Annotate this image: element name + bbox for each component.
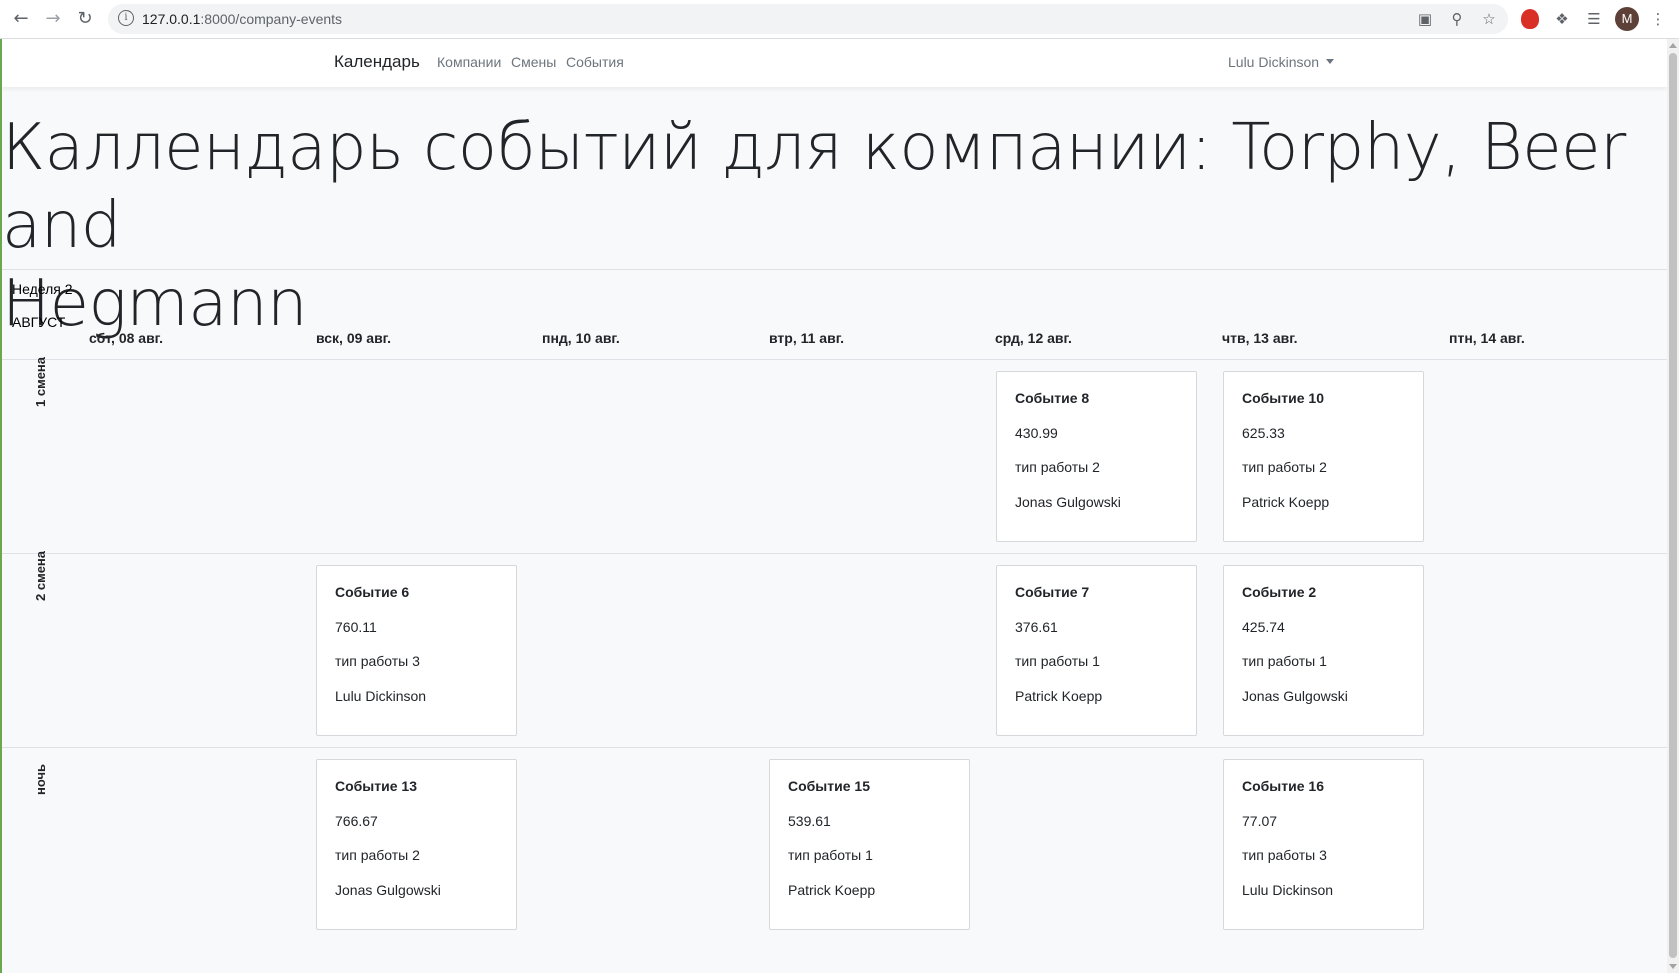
event-person: Lulu Dickinson	[335, 688, 427, 704]
event-amount: 425.74	[1242, 619, 1285, 635]
row-divider	[2, 747, 1667, 748]
event-title: Событие 16	[1242, 778, 1324, 794]
event-amount: 760.11	[335, 619, 377, 635]
bookmark-star-icon[interactable]: ☆	[1478, 8, 1500, 30]
profile-avatar[interactable]: M	[1615, 7, 1639, 31]
event-title: Событие 10	[1242, 390, 1324, 406]
extensions-puzzle-icon[interactable]: ❖	[1551, 8, 1573, 30]
event-work-type: тип работы 1	[788, 847, 873, 863]
event-work-type: тип работы 1	[1015, 653, 1100, 669]
event-person: Jonas Gulgowski	[1242, 688, 1348, 704]
url-path: :8000/company-events	[200, 11, 343, 27]
day-header-tue: втр, 11 авг.	[769, 330, 845, 346]
month-label: АВГУСТ	[12, 314, 66, 330]
event-title: Событие 7	[1015, 584, 1090, 600]
page-viewport: Календарь Компании Смены События Lulu Di…	[0, 39, 1667, 973]
event-amount: 539.61	[788, 813, 831, 829]
url-host: 127.0.0.1	[142, 11, 201, 27]
reload-icon[interactable]: ↻	[74, 8, 96, 30]
event-work-type: тип работы 1	[1242, 653, 1327, 669]
event-title: Событие 6	[335, 584, 410, 600]
user-dropdown[interactable]: Lulu Dickinson	[1228, 54, 1335, 70]
event-card[interactable]: Событие 8 430.99 тип работы 2 Jonas Gulg…	[996, 371, 1197, 542]
event-card[interactable]: Событие 15 539.61 тип работы 1 Patrick K…	[769, 759, 970, 930]
week-label: Неделя 2	[12, 281, 73, 297]
caret-down-icon	[1326, 59, 1335, 64]
event-person: Patrick Koepp	[1015, 688, 1103, 704]
event-work-type: тип работы 3	[1242, 847, 1327, 863]
event-card[interactable]: Событие 10 625.33 тип работы 2 Patrick K…	[1223, 371, 1424, 542]
translate-icon[interactable]: ▣	[1414, 8, 1436, 30]
event-amount: 766.67	[335, 813, 378, 829]
page-title: Каллендарь событий для компании: Torphy,…	[2, 109, 1662, 343]
event-title: Событие 8	[1015, 390, 1090, 406]
day-header-mon: пнд, 10 авг.	[542, 330, 620, 346]
page-title-line-1: Каллендарь событий для компании: Torphy,…	[2, 111, 1626, 263]
day-header-wed: срд, 12 авг.	[995, 330, 1072, 346]
event-person: Lulu Dickinson	[1242, 882, 1334, 898]
event-work-type: тип работы 2	[1015, 459, 1100, 475]
event-work-type: тип работы 2	[335, 847, 420, 863]
event-title: Событие 13	[335, 778, 417, 794]
site-info-icon[interactable]: i	[118, 10, 134, 26]
nav-link-companies[interactable]: Компании	[437, 54, 501, 70]
nav-link-shifts[interactable]: Смены	[511, 54, 556, 70]
brand-link[interactable]: Календарь	[334, 52, 420, 72]
event-work-type: тип работы 3	[335, 653, 420, 669]
url-text[interactable]: 127.0.0.1:8000/company-events	[142, 11, 342, 27]
media-control-icon[interactable]: ☰	[1583, 8, 1605, 30]
scroll-down-icon[interactable]	[1669, 964, 1677, 969]
menu-kebab-icon[interactable]: ⋮	[1647, 8, 1669, 30]
day-header-sun: вск, 09 авг.	[316, 330, 392, 346]
shift-label-1: 1 смена	[33, 356, 48, 407]
event-amount: 376.61	[1015, 619, 1058, 635]
address-bar[interactable]: i 127.0.0.1:8000/company-events	[108, 4, 1508, 34]
event-title: Событие 2	[1242, 584, 1317, 600]
zoom-icon[interactable]: ⚲	[1446, 8, 1468, 30]
event-amount: 625.33	[1242, 425, 1285, 441]
vertical-scrollbar[interactable]	[1667, 39, 1679, 973]
day-header-sat: сбт, 08 авг.	[89, 330, 164, 346]
nav-link-events[interactable]: События	[566, 54, 624, 70]
row-divider	[2, 359, 1667, 360]
event-amount: 430.99	[1015, 425, 1058, 441]
app-navbar: Календарь Компании Смены События Lulu Di…	[2, 39, 1667, 87]
event-amount: 77.07	[1242, 813, 1278, 829]
scrollbar-thumb[interactable]	[1669, 53, 1677, 958]
event-person: Jonas Gulgowski	[1015, 494, 1121, 510]
row-divider	[2, 553, 1667, 554]
event-person: Patrick Koepp	[1242, 494, 1330, 510]
day-header-fri: птн, 14 авг.	[1449, 330, 1525, 346]
adblock-extension-icon[interactable]	[1521, 9, 1539, 29]
shift-label-night: ночь	[33, 763, 48, 795]
divider	[2, 269, 1667, 270]
event-card[interactable]: Событие 13 766.67 тип работы 2 Jonas Gul…	[316, 759, 517, 930]
event-person: Jonas Gulgowski	[335, 882, 441, 898]
event-card[interactable]: Событие 6 760.11 тип работы 3 Lulu Dicki…	[316, 565, 517, 736]
event-card[interactable]: Событие 7 376.61 тип работы 1 Patrick Ko…	[996, 565, 1197, 736]
day-header-thu: чтв, 13 авг.	[1222, 330, 1298, 346]
event-person: Patrick Koepp	[788, 882, 876, 898]
scroll-up-icon[interactable]	[1669, 43, 1677, 48]
back-icon[interactable]: ←	[10, 8, 32, 30]
event-work-type: тип работы 2	[1242, 459, 1327, 475]
shift-label-2: 2 смена	[33, 550, 48, 601]
event-card[interactable]: Событие 16 77.07 тип работы 3 Lulu Dicki…	[1223, 759, 1424, 930]
browser-toolbar: ← → ↻ i 127.0.0.1:8000/company-events ▣ …	[0, 0, 1679, 39]
user-name: Lulu Dickinson	[1228, 54, 1320, 70]
forward-icon[interactable]: →	[42, 8, 64, 30]
event-card[interactable]: Событие 2 425.74 тип работы 1 Jonas Gulg…	[1223, 565, 1424, 736]
event-title: Событие 15	[788, 778, 870, 794]
